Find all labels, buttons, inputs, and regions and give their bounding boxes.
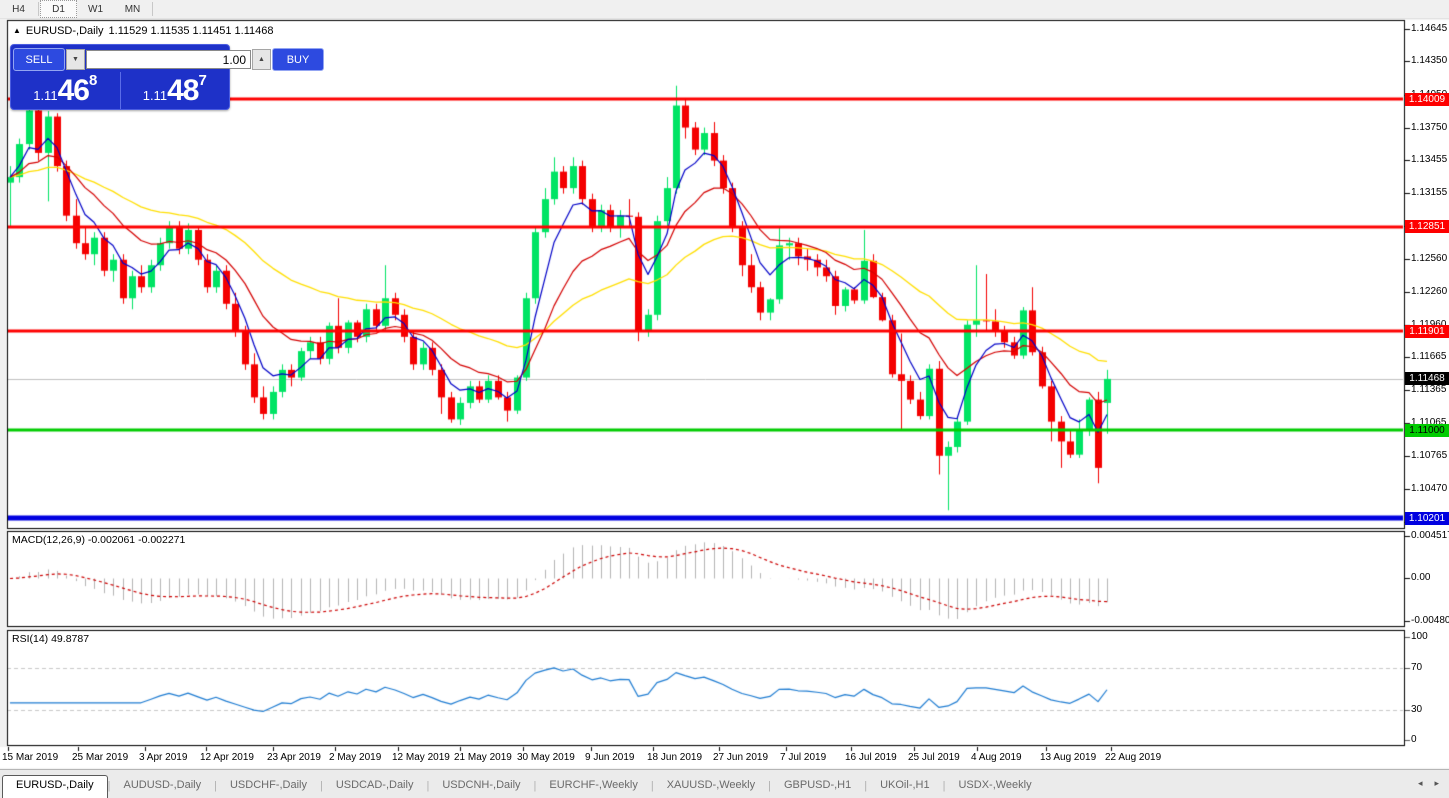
volume-decrease-button[interactable]: ▼ xyxy=(66,49,85,70)
macd-label: MACD(12,26,9) -0.002061 -0.002271 xyxy=(12,534,185,546)
timeframe-button-h4[interactable]: H4 xyxy=(0,0,37,18)
date-axis-label: 7 Jul 2019 xyxy=(780,752,826,763)
symbol-tab-bar: ◂ ▸ EURUSD-,Daily|AUDUSD-,Daily|USDCHF-,… xyxy=(0,769,1449,798)
date-axis-label: 16 Jul 2019 xyxy=(845,752,897,763)
one-click-trading-widget: SELL ▼ ▲ BUY 1.11468 1.11487 xyxy=(10,44,230,110)
buy-price-small: 1.11 xyxy=(143,86,167,106)
date-axis-label: 13 Aug 2019 xyxy=(1040,752,1096,763)
tab-ukoil-h1[interactable]: UKOil-,H1 xyxy=(867,776,943,795)
price-axis-tick: 1.10765 xyxy=(1411,450,1447,461)
date-axis-label: 27 Jun 2019 xyxy=(713,752,768,763)
buy-price-sup: 7 xyxy=(198,73,206,88)
tab-xauusd-weekly[interactable]: XAUUSD-,Weekly xyxy=(654,776,768,795)
sell-price-panel[interactable]: 1.11468 xyxy=(11,72,121,109)
rsi-axis-label: 70 xyxy=(1411,662,1422,673)
tab-eurchf-weekly[interactable]: EURCHF-,Weekly xyxy=(536,776,650,795)
macd-axis-label: 0.004517 xyxy=(1411,530,1449,541)
price-chart-canvas[interactable] xyxy=(0,0,1449,798)
date-axis-label: 21 May 2019 xyxy=(454,752,512,763)
sell-button[interactable]: SELL xyxy=(13,48,65,71)
rsi-label: RSI(14) 49.8787 xyxy=(12,633,89,645)
tab-usdchf-daily[interactable]: USDCHF-,Daily xyxy=(217,776,320,795)
tab-scroll-left-icon[interactable]: ◂ xyxy=(1418,778,1423,789)
price-level-badge: 1.14009 xyxy=(1405,93,1449,106)
collapse-arrow-icon[interactable]: ▲ xyxy=(13,27,21,35)
symbol-period-label: EURUSD-,Daily xyxy=(26,25,104,37)
price-axis-tick: 1.10470 xyxy=(1411,483,1447,494)
price-axis-tick: 1.11365 xyxy=(1411,384,1446,395)
rsi-axis-label: 0 xyxy=(1411,734,1417,745)
price-level-badge: 1.11468 xyxy=(1405,372,1449,385)
price-axis-tick: 1.12560 xyxy=(1411,253,1447,264)
tab-usdcad-daily[interactable]: USDCAD-,Daily xyxy=(323,776,427,795)
buy-price-panel[interactable]: 1.11487 xyxy=(121,72,230,109)
date-axis-label: 9 Jun 2019 xyxy=(585,752,635,763)
tab-scroll-right-icon[interactable]: ▸ xyxy=(1434,778,1439,789)
ohlc-values: 1.11529 1.11535 1.11451 1.11468 xyxy=(109,25,274,37)
date-axis-label: 12 May 2019 xyxy=(392,752,450,763)
macd-axis-label: 0.00 xyxy=(1411,572,1430,583)
macd-axis-label: -0.004806 xyxy=(1411,615,1449,626)
price-level-badge: 1.11000 xyxy=(1405,424,1449,437)
timeframe-button-w1[interactable]: W1 xyxy=(77,0,114,18)
date-axis-label: 15 Mar 2019 xyxy=(2,752,58,763)
chart-title: ▲ EURUSD-,Daily 1.11529 1.11535 1.11451 … xyxy=(13,25,274,37)
price-axis-tick: 1.12260 xyxy=(1411,286,1447,297)
tab-eurusd-daily[interactable]: EURUSD-,Daily xyxy=(2,775,108,798)
date-axis-label: 18 Jun 2019 xyxy=(647,752,702,763)
toolbar-separator xyxy=(152,2,153,16)
date-axis-label: 25 Jul 2019 xyxy=(908,752,960,763)
price-level-badge: 1.10201 xyxy=(1405,512,1449,525)
date-axis-label: 2 May 2019 xyxy=(329,752,381,763)
price-axis-tick: 1.13455 xyxy=(1411,154,1447,165)
buy-button[interactable]: BUY xyxy=(272,48,324,71)
rsi-axis-label: 30 xyxy=(1411,704,1422,715)
volume-increase-button[interactable]: ▲ xyxy=(252,49,271,70)
tab-audusd-daily[interactable]: AUDUSD-,Daily xyxy=(110,776,214,795)
date-axis-label: 4 Aug 2019 xyxy=(971,752,1022,763)
price-level-badge: 1.11901 xyxy=(1405,325,1449,338)
timeframe-toolbar: H4D1W1MN xyxy=(0,0,1449,19)
rsi-axis-label: 100 xyxy=(1411,631,1428,642)
date-axis-label: 25 Mar 2019 xyxy=(72,752,128,763)
toolbar-separator xyxy=(38,2,39,16)
price-axis-tick: 1.14645 xyxy=(1411,23,1447,34)
price-level-badge: 1.12851 xyxy=(1405,220,1449,233)
timeframe-button-d1[interactable]: D1 xyxy=(40,0,77,18)
sell-price-sup: 8 xyxy=(89,73,97,88)
tab-scroll-controls: ◂ ▸ xyxy=(1418,778,1439,789)
date-axis-label: 12 Apr 2019 xyxy=(200,752,254,763)
date-axis-label: 23 Apr 2019 xyxy=(267,752,321,763)
volume-input[interactable] xyxy=(86,50,251,69)
buy-price-big: 48 xyxy=(167,76,198,106)
tab-gbpusd-h1[interactable]: GBPUSD-,H1 xyxy=(771,776,864,795)
date-axis-label: 3 Apr 2019 xyxy=(139,752,187,763)
date-axis-label: 22 Aug 2019 xyxy=(1105,752,1161,763)
price-axis-tick: 1.13155 xyxy=(1411,187,1447,198)
timeframe-button-mn[interactable]: MN xyxy=(114,0,151,18)
price-axis-tick: 1.13750 xyxy=(1411,122,1447,133)
price-axis-tick: 1.11665 xyxy=(1411,351,1446,362)
date-axis-label: 30 May 2019 xyxy=(517,752,575,763)
tab-usdx-weekly[interactable]: USDX-,Weekly xyxy=(945,776,1044,795)
price-axis-tick: 1.14350 xyxy=(1411,55,1447,66)
sell-price-small: 1.11 xyxy=(33,86,57,106)
sell-price-big: 46 xyxy=(58,76,89,106)
tab-usdcnh-daily[interactable]: USDCNH-,Daily xyxy=(429,776,533,795)
